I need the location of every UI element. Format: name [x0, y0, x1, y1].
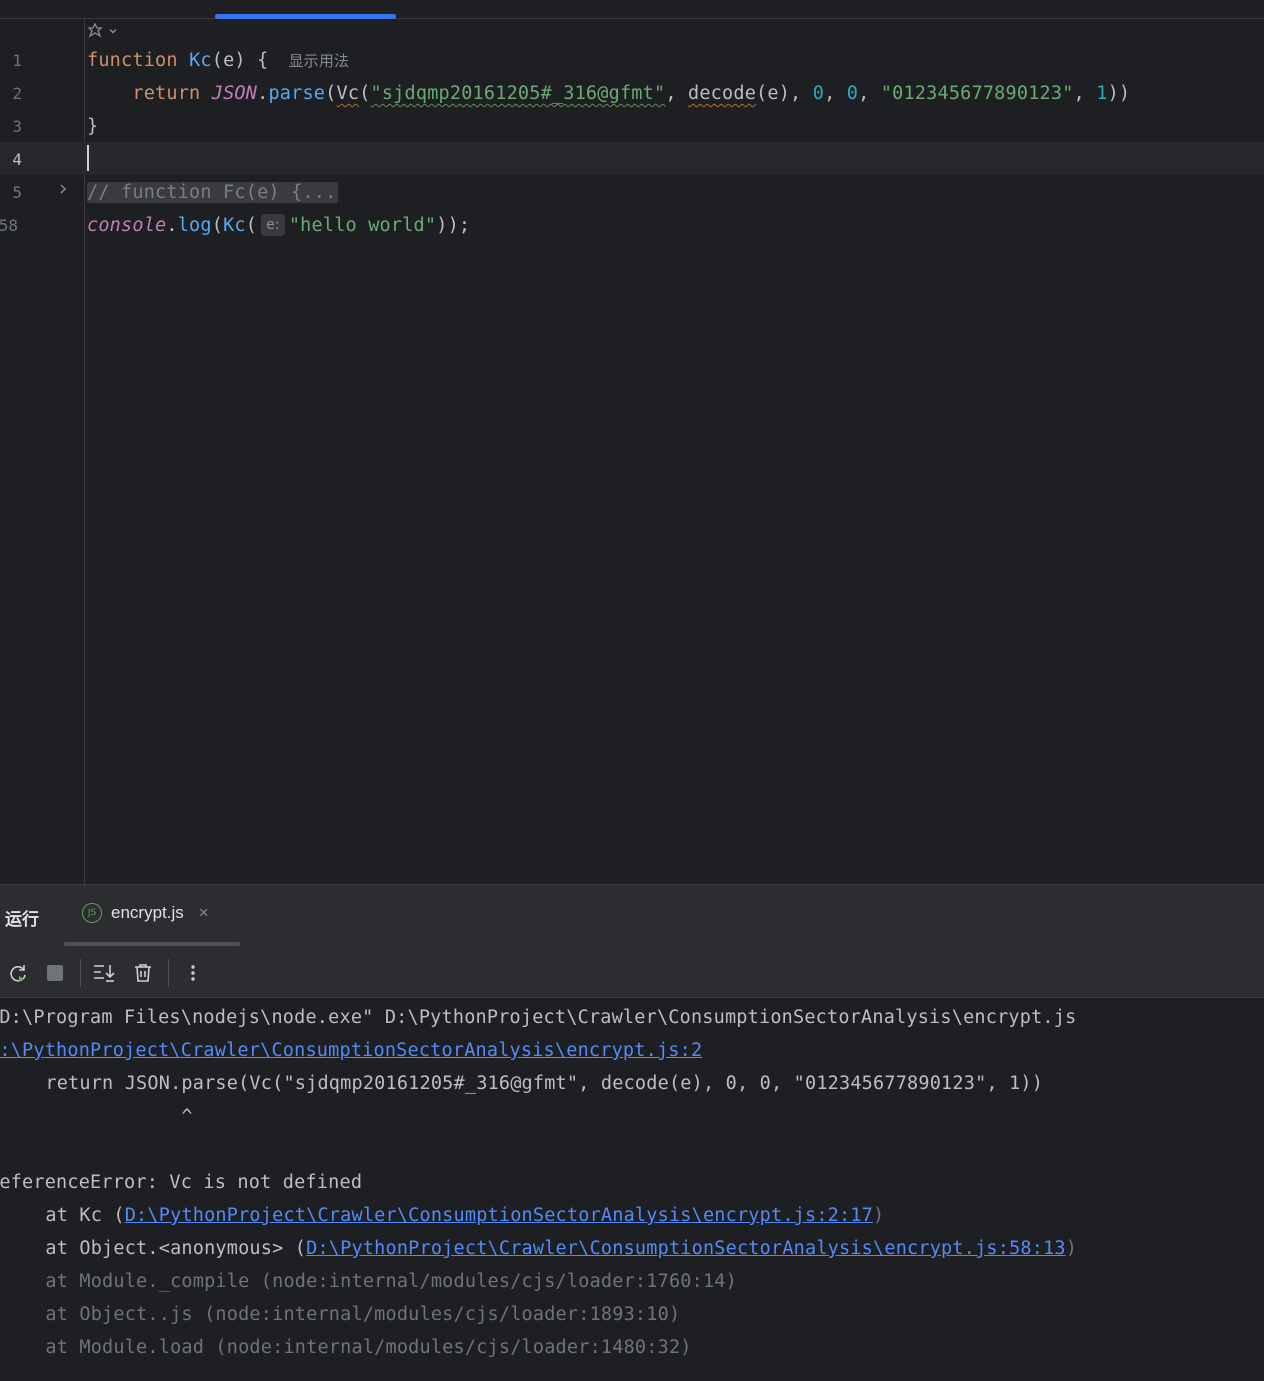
- toolbar-separator: [80, 959, 81, 987]
- code-text: (: [359, 83, 371, 104]
- code-text: ,: [1073, 83, 1097, 104]
- line-number: 5: [12, 183, 22, 202]
- nodejs-icon: JS: [82, 903, 102, 923]
- keyword: function: [87, 50, 178, 71]
- code-line-58[interactable]: console.log(Kc(e: "hello world"));: [87, 209, 470, 242]
- active-run-tab-indicator: [64, 942, 240, 946]
- method-name: parse: [268, 83, 326, 104]
- code-text: ));: [436, 215, 471, 236]
- text-caret: [87, 145, 89, 171]
- line-number: 58: [0, 216, 18, 235]
- string-literal: "012345677890123": [880, 83, 1074, 104]
- stack-frame-text: ): [873, 1205, 885, 1226]
- console-error-caret: ^: [0, 1106, 193, 1127]
- function-name: Kc: [189, 50, 212, 71]
- clear-icon[interactable]: [131, 961, 155, 985]
- global-object: JSON: [211, 83, 258, 104]
- line-number: 3: [12, 117, 22, 136]
- file-link[interactable]: D:\PythonProject\Crawler\ConsumptionSect…: [125, 1205, 873, 1226]
- number-literal: 0: [846, 83, 859, 104]
- stop-icon[interactable]: [43, 961, 67, 985]
- run-tool-window: 运行 JS encrypt.js × "D:\Program Files\nod…: [0, 884, 1264, 1381]
- console-error-message: ReferenceError: Vc is not defined: [0, 1172, 363, 1193]
- file-link[interactable]: D:\PythonProject\Crawler\ConsumptionSect…: [306, 1238, 1066, 1259]
- line-number: 2: [12, 84, 22, 103]
- code-text: .: [166, 215, 178, 236]
- number-literal: 0: [812, 83, 825, 104]
- code-text: (e),: [756, 83, 813, 104]
- string-literal: "sjdqmp20161205#_316@gfmt": [370, 83, 666, 104]
- stack-frame-text: ): [1065, 1238, 1078, 1259]
- run-tab-label: encrypt.js: [111, 903, 184, 922]
- chevron-down-icon: [109, 29, 117, 34]
- code-line-1[interactable]: function Kc(e) { 显示用法: [87, 44, 349, 77]
- toolbar-separator: [168, 959, 169, 987]
- rerun-icon[interactable]: [6, 961, 30, 985]
- function-name: Kc: [223, 215, 246, 236]
- code-text: (: [211, 215, 224, 236]
- keyword: return: [132, 83, 201, 104]
- stack-frame: at Object.<anonymous> (D:\PythonProject\…: [0, 1232, 1077, 1265]
- unresolved-function: Vc: [336, 83, 360, 104]
- console-error-source: return JSON.parse(Vc("sjdqmp20161205#_31…: [0, 1073, 1044, 1094]
- stack-frame-internal: at Module.load (node:internal/modules/cj…: [0, 1337, 692, 1358]
- parameter-hint: e:: [261, 214, 285, 236]
- file-link[interactable]: D:\PythonProject\Crawler\ConsumptionSect…: [0, 1040, 702, 1061]
- string-literal: "hello world": [288, 215, 437, 236]
- stack-frame-text: at Kc (: [0, 1205, 125, 1226]
- run-panel-title: 运行: [5, 910, 39, 929]
- stack-frame-internal: at Module._compile (node:internal/module…: [0, 1271, 737, 1292]
- tab-bar-divider: [0, 18, 1264, 19]
- code-text: ,: [824, 83, 847, 104]
- current-line-highlight: [0, 142, 1264, 175]
- ai-assistant-widget[interactable]: [86, 20, 118, 42]
- console-command-line: "D:\Program Files\nodejs\node.exe" D:\Py…: [0, 1007, 1077, 1028]
- close-icon[interactable]: ×: [199, 903, 209, 923]
- active-tab-indicator: [215, 14, 396, 19]
- folded-comment[interactable]: // function Fc(e) {...: [87, 182, 339, 203]
- unresolved-function: decode: [688, 83, 757, 104]
- method-name: log: [177, 215, 212, 236]
- code-text: (: [325, 83, 337, 104]
- ai-assistant-icon: [87, 22, 103, 38]
- scroll-to-end-icon[interactable]: [92, 961, 116, 985]
- code-line-3[interactable]: }: [87, 110, 98, 143]
- code-text: (e) {: [211, 50, 269, 71]
- fold-expand-icon[interactable]: [58, 182, 68, 200]
- run-tab-encrypt-js[interactable]: JS encrypt.js ×: [82, 903, 209, 923]
- show-usages-hint[interactable]: 显示用法: [288, 52, 349, 70]
- console-error-location: D:\PythonProject\Crawler\ConsumptionSect…: [0, 1034, 702, 1067]
- global-object: console: [87, 215, 167, 236]
- code-text: )): [1107, 83, 1131, 104]
- stack-frame: at Kc (D:\PythonProject\Crawler\Consumpt…: [0, 1199, 884, 1232]
- code-text: (: [245, 215, 258, 236]
- code-text: ,: [858, 83, 881, 104]
- run-toolbar: [0, 947, 1264, 998]
- code-line-2[interactable]: return JSON.parse(Vc("sjdqmp20161205#_31…: [87, 77, 1130, 110]
- stack-frame-text: at Object.<anonymous> (: [0, 1238, 307, 1259]
- code-editor[interactable]: 1 2 3 4 5 58 function Kc(e) {显示用法 return…: [0, 0, 1264, 884]
- code-line-5-folded[interactable]: // function Fc(e) {...: [87, 176, 339, 209]
- code-text: .: [257, 83, 269, 104]
- stack-frame-internal: at Object..js (node:internal/modules/cjs…: [0, 1304, 681, 1325]
- more-icon[interactable]: [181, 961, 205, 985]
- code-text: ,: [665, 83, 688, 104]
- line-number: 4: [12, 150, 22, 169]
- run-panel-header: 运行 JS encrypt.js ×: [0, 885, 1264, 948]
- number-literal: 1: [1096, 83, 1108, 104]
- line-number: 1: [12, 51, 22, 70]
